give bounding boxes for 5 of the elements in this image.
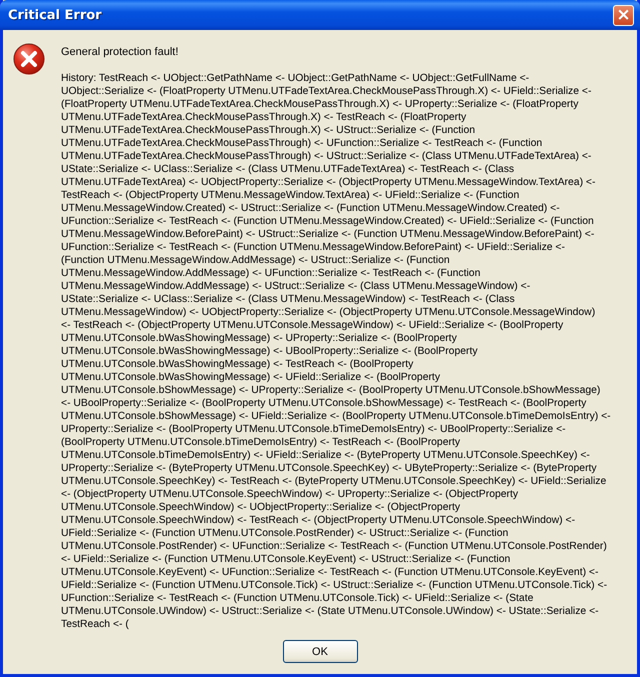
ok-button[interactable]: OK bbox=[282, 640, 358, 663]
history-text: History: TestReach <- UObject::GetPathName <- UObject::GetPathName <- UObject::GetFullName <- UObject::Serialize <- (FloatProperty UTMenu.UTFadeTextArea.CheckMousePassThrough.X) <- UField::Serialize <- (FloatProperty UTMenu.UTFadeTextArea.CheckMousePassThrough.X) <- UProperty::Serialize <- (FloatProperty UTMenu.UTFadeTextArea.CheckMousePassThrough.X) <- TestReach <- (FloatProperty UTMenu.UTFadeTextArea.CheckMousePassThrough.X) <- UStruct::Serialize <- (Function UTMenu.UTFadeTextArea.CheckMousePassThrough) <- UFunction::Serialize <- TestReach <- (Function UTMenu.UTFadeTextArea.CheckMousePassThrough) <- UStruct::Serialize <- (Class UTMenu.UTFadeTextArea) <- UState::Serialize <- UClass::Serialize <- (Class UTMenu.UTFadeTextArea) <- TestReach <- (Class UTMenu.UTFadeTextArea) <- UObjectProperty::Serialize <- (ObjectProperty UTMenu.MessageWindow.TextArea) <- TestReach <- (ObjectProperty UTMenu.MessageWindow.TextArea) <- UField::Serialize <- (Function UTMenu.MessageWindow.Created) <- UStruct::Serialize <- (Function UTMenu.MessageWindow.Created) <- UFunction::Serialize <- TestReach <- (Function UTMenu.MessageWindow.Created) <- UField::Serialize <- (Function UTMenu.MessageWindow.BeforePaint) <- UStruct::Serialize <- (Function UTMenu.MessageWindow.BeforePaint) <- UFunction::Serialize <- TestReach <- (Function UTMenu.MessageWindow.BeforePaint) <- UField::Serialize <- (Function UTMenu.MessageWindow.AddMessage) <- UStruct::Serialize <- (Function UTMenu.MessageWindow.AddMessage) <- UFunction::Serialize <- TestReach <- (Function UTMenu.MessageWindow.AddMessage) <- UStruct::Serialize <- (Class UTMenu.MessageWindow) <- UState::Serialize <- UClass::Serialize <- (Class UTMenu.MessageWindow) <- TestReach <- (Class UTMenu.MessageWindow) <- UObjectProperty::Serialize <- (ObjectProperty UTMenu.UTConsole.MessageWindow) <- TestReach <- (ObjectProperty UTMenu.UTConsole.MessageWindow) <- UField::Serialize <- (BoolProperty UTMenu.UTConsole.bWasShowingMessage) <- UProperty::Serialize <- (BoolProperty UTMenu.UTConsole.bWasShowingMessage) <- UBoolProperty::Serialize <- (BoolProperty UTMenu.UTConsole.bWasShowingMessage) <- TestReach <- (BoolProperty UTMenu.UTConsole.bWasShowingMessage) <- UField::Serialize <- (BoolProperty UTMenu.UTConsole.bShowMessage) <- UProperty::Serialize <- (BoolProperty UTMenu.UTConsole.bShowMessage) <- UBoolProperty::Serialize <- (BoolProperty UTMenu.UTConsole.bShowMessage) <- TestReach <- (BoolProperty UTMenu.UTConsole.bShowMessage) <- UField::Serialize <- (BoolProperty UTMenu.UTConsole.bTimeDemoIsEntry) <- UProperty::Serialize <- (BoolProperty UTMenu.UTConsole.bTimeDemoIsEntry) <- UBoolProperty::Serialize <- (BoolProperty UTMenu.UTConsole.bTimeDemoIsEntry) <- TestReach <- (BoolProperty UTMenu.UTConsole.bTimeDemoIsEntry) <- UField::Serialize <- (ByteProperty UTMenu.UTConsole.SpeechKey) <- UProperty::Serialize <- (ByteProperty UTMenu.UTConsole.SpeechKey) <- UByteProperty::Serialize <- (ByteProperty UTMenu.UTConsole.SpeechKey) <- TestReach <- (ByteProperty UTMenu.UTConsole.SpeechKey) <- UField::Serialize <- (ObjectProperty UTMenu.UTConsole.SpeechWindow) <- UProperty::Serialize <- (ObjectProperty UTMenu.UTConsole.SpeechWindow) <- UObjectProperty::Serialize <- (ObjectProperty UTMenu.UTConsole.SpeechWindow) <- TestReach <- (ObjectProperty UTMenu.UTConsole.SpeechWindow) <- UField::Serialize <- (Function UTMenu.UTConsole.PostRender) <- UStruct::Serialize <- (Function UTMenu.UTConsole.PostRender) <- UFunction::Serialize <- TestReach <- (Function UTMenu.UTConsole.PostRender) <- UField::Serialize <- (Function UTMenu.UTConsole.KeyEvent) <- UStruct::Serialize <- (Function UTMenu.UTConsole.KeyEvent) <- UFunction::Serialize <- TestReach <- (Function UTMenu.UTConsole.KeyEvent) <- UField::Serialize <- (Function UTMenu.UTConsole.Tick) <- UStruct::Serialize <- (Function UTMenu.UTConsole.Tick) <- UFunction::Serialize <- TestReach <- (Function UTMenu.UTConsole.Tick) <- UField::Serialize <- (State UTMenu.UTConsole.UWindow) <- UStruct::Serialize <- (State UTMenu.UTConsole.UWindow) <- UState::Serialize <- TestReach <- ( bbox=[61, 72, 611, 631]
window-title: Critical Error bbox=[8, 8, 102, 22]
error-icon bbox=[13, 43, 45, 75]
error-message: General protection fault! bbox=[61, 46, 180, 59]
